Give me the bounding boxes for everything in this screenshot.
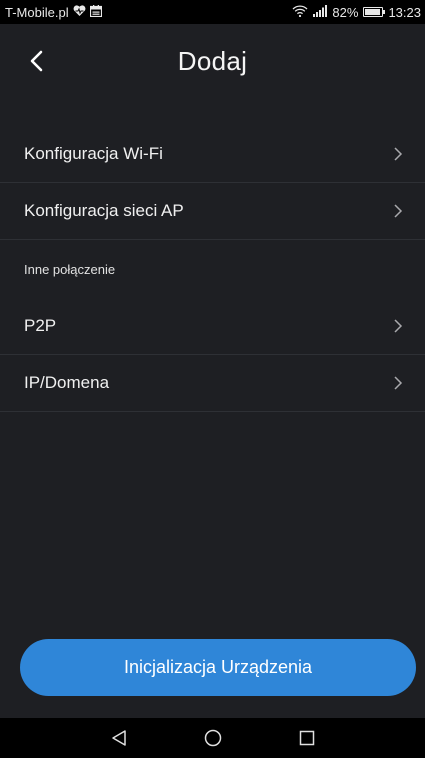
list-item-wifi-config[interactable]: Konfiguracja Wi-Fi [0, 126, 425, 183]
list-item-ap-config[interactable]: Konfiguracja sieci AP [0, 183, 425, 240]
chevron-right-icon [394, 376, 403, 390]
clock: 13:23 [388, 4, 421, 20]
list-item-label: Konfiguracja sieci AP [24, 201, 184, 220]
calendar-icon [89, 4, 102, 20]
back-button[interactable] [22, 46, 50, 76]
recents-square-icon [299, 730, 314, 746]
header: Dodaj [0, 24, 425, 98]
list-item-label: P2P [24, 316, 57, 335]
chevron-right-icon [394, 204, 403, 218]
section-label-other: Inne połączenie [24, 261, 116, 277]
home-circle-icon [204, 729, 221, 747]
screen: T-Mobile.pl 82% 13:23 Dodaj Konfiguracja… [0, 0, 425, 758]
page-title: Dodaj [177, 45, 248, 76]
navigation-bar [0, 718, 425, 758]
heart-icon [73, 4, 86, 20]
list-item-label: IP/Domena [24, 373, 110, 392]
status-bar-left: T-Mobile.pl [5, 4, 102, 20]
status-bar-right: 82% 13:23 [292, 4, 421, 20]
list-item-p2p[interactable]: P2P [0, 298, 425, 355]
options-list: Konfiguracja Wi-Fi Konfiguracja sieci AP… [0, 126, 425, 412]
nav-back-button[interactable] [108, 727, 130, 749]
battery-icon [363, 7, 386, 17]
carrier-label: T-Mobile.pl [5, 4, 69, 20]
battery-fill [365, 9, 381, 15]
nav-home-button[interactable] [202, 727, 224, 749]
device-init-button[interactable]: Inicjalizacja Urządzenia [20, 639, 416, 696]
status-bar: T-Mobile.pl 82% 13:23 [0, 0, 425, 24]
list-item-label: Konfiguracja Wi-Fi [24, 144, 163, 163]
chevron-right-icon [394, 147, 403, 161]
list-item-ip-domain[interactable]: IP/Domena [0, 355, 425, 412]
signal-icon [313, 4, 328, 20]
wifi-icon [292, 4, 308, 20]
nav-recents-button[interactable] [296, 727, 318, 749]
chevron-right-icon [394, 319, 403, 333]
battery-percent: 82% [332, 4, 359, 20]
back-triangle-icon [111, 730, 126, 746]
chevron-left-icon [30, 50, 43, 72]
